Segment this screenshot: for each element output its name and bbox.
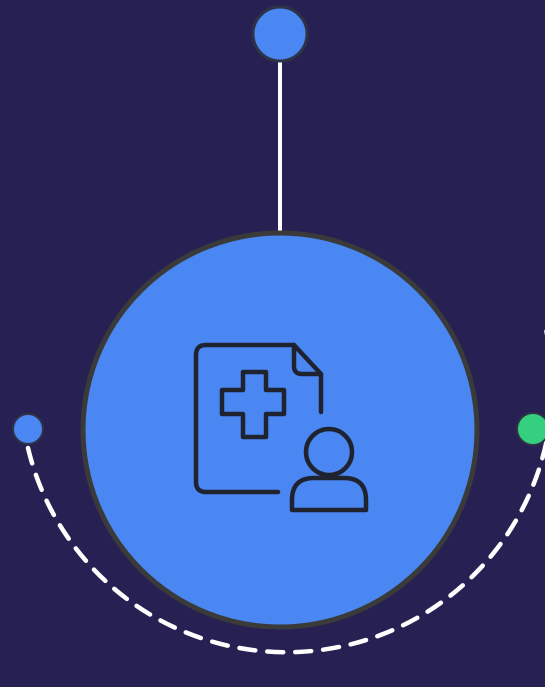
- right-node: [516, 412, 545, 446]
- central-hub: [80, 230, 480, 630]
- diagram-canvas: [0, 0, 545, 687]
- top-node: [251, 5, 309, 63]
- left-node: [12, 413, 44, 445]
- diagram-svg: [0, 0, 545, 687]
